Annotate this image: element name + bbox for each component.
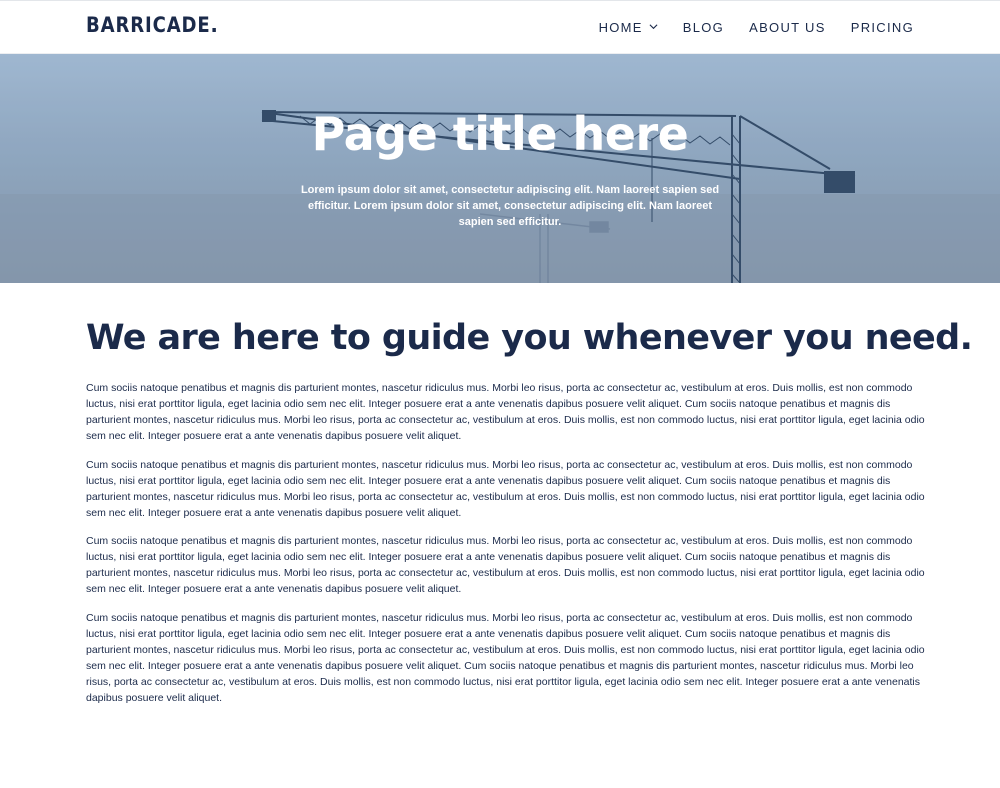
nav-item-label: ABOUT US: [749, 20, 826, 35]
nav-item-pricing[interactable]: PRICING: [851, 20, 914, 35]
hero-banner: Page title here Lorem ipsum dolor sit am…: [0, 54, 1000, 283]
logo-text: BARRICADE: [86, 13, 211, 37]
nav-item-blog[interactable]: BLOG: [683, 20, 724, 35]
body-paragraph: Cum sociis natoque penatibus et magnis d…: [86, 382, 925, 442]
page-title: Page title here: [311, 107, 689, 161]
logo-dot: [212, 28, 216, 32]
body-paragraph: Cum sociis natoque penatibus et magnis d…: [86, 535, 925, 595]
body-paragraph: Cum sociis natoque penatibus et magnis d…: [86, 459, 925, 519]
nav-item-about[interactable]: ABOUT US: [749, 20, 826, 35]
body-paragraph: Cum sociis natoque penatibus et magnis d…: [86, 612, 925, 704]
logo[interactable]: BARRICADE: [86, 13, 216, 37]
hero-overlay: [0, 54, 1000, 283]
chevron-down-icon: [649, 24, 658, 30]
main-nav: HOME BLOG ABOUT US PRICING: [574, 20, 914, 35]
nav-item-label: PRICING: [850, 20, 914, 35]
site-header: BARRICADE HOME BLOG ABOUT US PRICING: [0, 0, 1000, 54]
nav-item-label: HOME: [598, 20, 643, 35]
nav-item-home[interactable]: HOME: [599, 20, 658, 35]
nav-item-label: BLOG: [682, 20, 725, 35]
hero-subtitle: Lorem ipsum dolor sit amet, consectetur …: [300, 184, 720, 228]
section-heading: We are here to guide you whenever you ne…: [86, 318, 973, 358]
